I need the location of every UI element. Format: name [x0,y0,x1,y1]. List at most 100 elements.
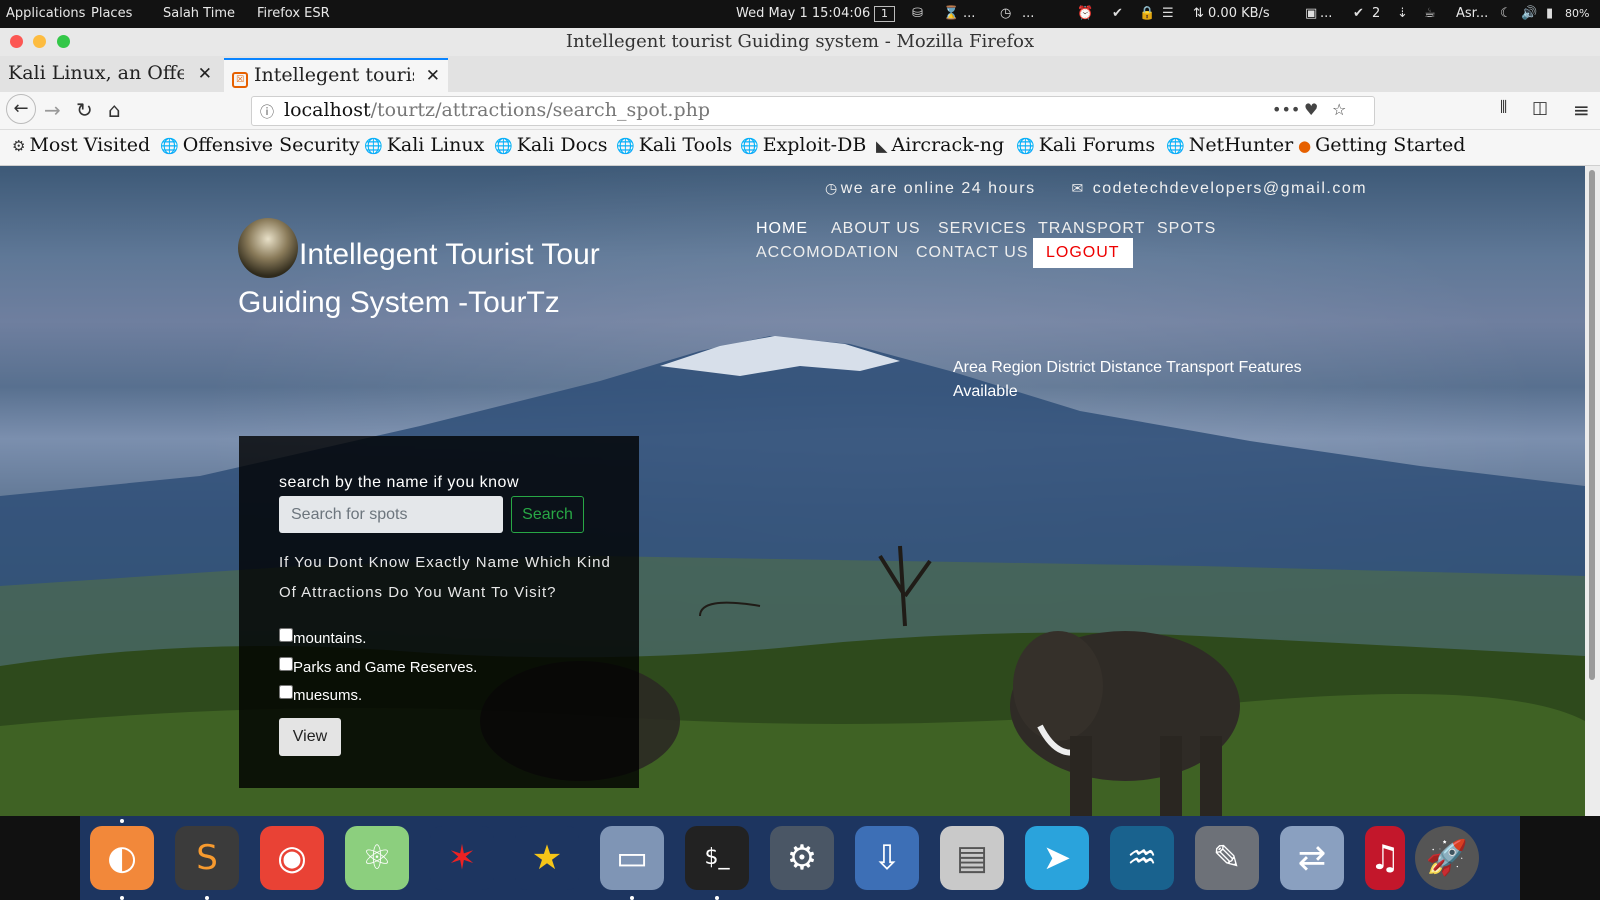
terminal-icon[interactable]: $_ [685,826,749,890]
prayer-time[interactable]: Asr... [1456,6,1488,21]
sidebar-icon[interactable]: ◫ [1532,98,1548,118]
bookmark-kali-tools[interactable]: 🌐 Kali Tools [616,134,732,156]
museums-checkbox[interactable] [279,685,293,699]
back-arrow-icon[interactable]: ← [6,94,36,124]
contact-email[interactable]: codetechdevelopers@gmail.com [1093,180,1367,197]
bookmark-aircrack-ng[interactable]: ◣ Aircrack-ng [876,134,1004,156]
radio-icon[interactable]: ▤ [940,826,1004,890]
page-actions-icon[interactable]: ••• [1272,100,1300,119]
battery-icon[interactable]: ▮ [1546,6,1553,21]
nav-transport[interactable]: TRANSPORT [1038,220,1145,238]
telegram-icon[interactable]: ➤ [1025,826,1089,890]
check-icon[interactable]: ✔ [1112,6,1123,21]
firefox-icon[interactable]: ◐ [90,826,154,890]
mountains-checkbox[interactable] [279,628,293,642]
url-text[interactable]: localhost/tourtz/attractions/search_spot… [284,99,710,121]
category-option-parks[interactable]: Parks and Game Reserves. [279,657,477,676]
app-icon[interactable]: ♫ [1365,826,1405,890]
screenshot-icon[interactable]: ▣ [1305,6,1317,21]
bookmark-most-visited[interactable]: ⚙ Most Visited [12,134,150,156]
close-tab-icon[interactable]: ✕ [426,66,440,86]
usb-icon[interactable]: ⇣ [1397,6,1408,21]
active-app-menu[interactable]: Firefox ESR [257,6,330,21]
pocket-icon[interactable]: ♥ [1304,100,1318,119]
gimp-icon[interactable]: ✎ [1195,826,1259,890]
star-icon[interactable]: ★ [515,826,579,890]
nav-home[interactable]: HOME [756,220,808,238]
transfer-icon[interactable]: ⇄ [1280,826,1344,890]
search-input[interactable] [279,496,503,533]
chrome-icon[interactable]: ◉ [260,826,324,890]
online-hours-text: we are online 24 hours [840,180,1036,197]
nav-about-us[interactable]: ABOUT US [831,220,921,238]
coffee-icon[interactable]: ☕ [1424,6,1436,21]
mysql-workbench-icon[interactable]: ♒ [1110,826,1174,890]
settings-icon[interactable]: ⚙ [770,826,834,890]
hourglass-icon[interactable]: ⌛ [943,6,959,21]
maltego-icon[interactable]: ✶ [430,826,494,890]
applications-menu[interactable]: Applications [6,6,85,21]
bookmark-exploit-db[interactable]: 🌐 Exploit-DB [740,134,866,156]
category-option-museums[interactable]: muesums. [279,685,362,704]
timer-menu-label[interactable]: ... [963,6,975,21]
updates-icon[interactable]: ✔ [1353,6,1364,21]
parks-checkbox[interactable] [279,657,293,671]
screencast-icon[interactable]: ⛁ [912,6,923,21]
bookmark-getting-started[interactable]: ● Getting Started [1298,134,1465,156]
library-icon[interactable]: ⫴ [1500,98,1507,118]
logout-button[interactable]: LOGOUT [1033,238,1133,268]
close-tab-icon[interactable]: ✕ [198,64,212,84]
search-button[interactable]: Search [511,496,584,533]
bookmark-kali-docs[interactable]: 🌐 Kali Docs [494,134,607,156]
updates-count[interactable]: 2 [1372,6,1380,21]
nav-services[interactable]: SERVICES [938,220,1027,238]
launcher-rocket-icon[interactable]: 🚀 [1415,826,1479,890]
contact-bar: ◷ we are online 24 hours ✉ codetechdevelo… [825,180,1367,198]
volume-icon[interactable]: 🔊 [1521,6,1537,21]
bookmark-star-icon[interactable]: ☆ [1332,100,1346,119]
screenshot-menu-label[interactable]: ... [1320,6,1332,21]
bookmark-kali-linux[interactable]: 🌐 Kali Linux [364,134,484,156]
battery-level[interactable]: 80% [1565,7,1589,20]
running-indicator [205,896,209,900]
brand-logo [238,218,298,278]
scrollbar-thumb[interactable] [1589,170,1595,680]
timer-icon[interactable]: ◷ [1000,6,1011,21]
dock: ◐ S ◉ ⚛ ✶ ★ ▭ $_ ⚙ ⇩ ▤ ➤ ♒ ✎ ⇄ ♫ 🚀 [80,816,1520,900]
workspace-indicator[interactable]: 1 [874,6,895,22]
home-icon[interactable]: ⌂ [108,98,121,122]
night-mode-icon[interactable]: ☾ [1500,6,1512,21]
tab-kali-linux[interactable]: Kali Linux, an Offensive Security ✕ [0,58,220,92]
nav-accomodation[interactable]: ACCOMODATION [756,244,899,262]
page-scrollbar[interactable] [1585,166,1600,816]
nav-spots[interactable]: SPOTS [1157,220,1216,238]
bookmark-kali-forums[interactable]: 🌐 Kali Forums [1016,134,1155,156]
address-bar[interactable]: ⓘ localhost/tourtz/attractions/search_sp… [251,96,1375,126]
category-label: mountains. [293,630,367,647]
salah-time-indicator[interactable]: Salah Time [163,6,235,21]
lock-icon[interactable]: 🔒 [1139,6,1155,21]
software-install-icon[interactable]: ⇩ [855,826,919,890]
atom-icon[interactable]: ⚛ [345,826,409,890]
network-speed[interactable]: ⇅ 0.00 KB/s [1193,6,1270,21]
bookmark-label: NetHunter [1188,134,1294,156]
bookmark-label: Kali Linux [386,134,485,156]
bookmark-offensive-security[interactable]: 🌐 Offensive Security [160,134,360,156]
clock[interactable]: Wed May 1 15:04:06 [736,6,870,21]
site-brand[interactable]: Intellegent Tourist Tour Guiding System … [238,218,658,327]
sublime-text-icon[interactable]: S [175,826,239,890]
tab-intellegent-tourist[interactable]: ☒ Intellegent tourist Guiding system ✕ [224,58,448,92]
nav-contact-us[interactable]: CONTACT US [916,244,1029,262]
reload-icon[interactable]: ↻ [76,98,93,122]
hamburger-menu-icon[interactable]: ≡ [1573,98,1590,122]
timer-extra-label[interactable]: ... [1022,6,1034,21]
forward-arrow-icon[interactable]: → [44,98,61,122]
clipboard-icon[interactable]: ☰ [1162,6,1174,21]
view-button[interactable]: View [279,718,341,756]
category-option-mountains[interactable]: mountains. [279,628,366,647]
places-menu[interactable]: Places [91,6,132,21]
site-info-icon[interactable]: ⓘ [260,102,274,122]
alarm-icon[interactable]: ⏰ [1077,6,1093,21]
files-icon[interactable]: ▭ [600,826,664,890]
bookmark-nethunter[interactable]: 🌐 NetHunter [1166,134,1293,156]
